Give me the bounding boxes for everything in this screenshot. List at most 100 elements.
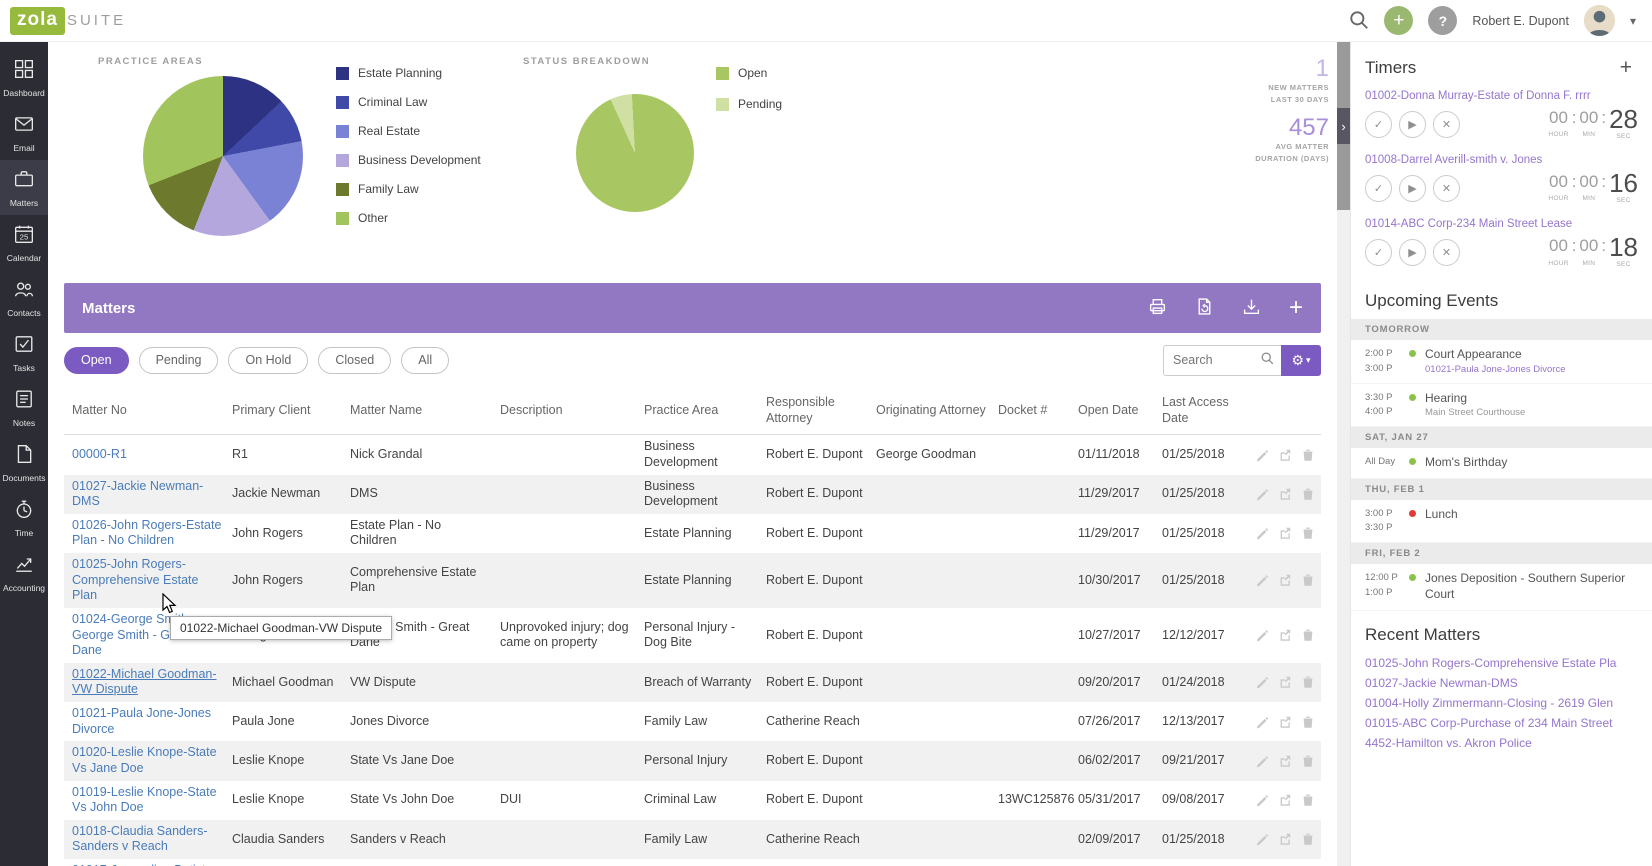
event-item[interactable]: 3:00 P 3:30 P Lunch [1351,500,1652,544]
table-row[interactable]: 01017-Jacqueline Batista-Estate Planning… [64,859,1321,866]
sidebar-item-notes[interactable]: Notes [0,380,48,435]
event-item[interactable]: 3:30 P 4:00 P Hearing Main Street Courtho… [1351,384,1652,428]
sidebar-item-dashboard[interactable]: Dashboard [0,50,48,105]
matter-no-link[interactable]: 01019-Leslie Knope-State Vs John Doe [72,785,217,815]
matter-no-link[interactable]: 01022-Michael Goodman-VW Dispute [72,667,217,697]
event-matter-link[interactable]: 01021-Paula Jone-Jones Divorce [1425,364,1565,375]
recent-matter-link[interactable]: 4452-Hamilton vs. Akron Police [1351,733,1652,753]
timer-matter-link[interactable]: 01008-Darrel Averill-smith v. Jones [1365,154,1638,166]
delete-matter-icon[interactable] [1301,793,1315,807]
matter-no-link[interactable]: 01021-Paula Jone-Jones Divorce [72,706,211,736]
edit-matter-icon[interactable] [1255,526,1269,540]
help-button[interactable]: ? [1428,6,1458,35]
timer-discard-button[interactable]: ✕ [1433,238,1460,266]
recent-matter-link[interactable]: 01004-Holly Zimmermann-Closing - 2619 Gl… [1351,693,1652,713]
table-row[interactable]: 01018-Claudia Sanders-Sanders v Reach Cl… [64,819,1321,859]
table-row[interactable]: 00000-R1 R1 Nick Grandal Business Develo… [64,435,1321,474]
delete-matter-icon[interactable] [1301,832,1315,846]
download-button[interactable] [1242,297,1261,319]
delete-matter-icon[interactable] [1301,675,1315,689]
sidebar-item-calendar[interactable]: 25 Calendar [0,215,48,270]
event-item[interactable]: All Day Mom's Birthday [1351,448,1652,479]
delete-matter-icon[interactable] [1301,487,1315,501]
filter-tab-open[interactable]: Open [64,346,129,374]
edit-matter-icon[interactable] [1255,487,1269,501]
timer-complete-button[interactable]: ✓ [1365,110,1392,138]
delete-matter-icon[interactable] [1301,715,1315,729]
add-timer-button[interactable]: + [1614,56,1638,79]
timer-complete-button[interactable]: ✓ [1365,238,1392,266]
edit-matter-icon[interactable] [1255,628,1269,642]
sidebar-item-time[interactable]: Time [0,490,48,545]
open-matter-icon[interactable] [1278,715,1292,729]
user-menu-caret-icon[interactable]: ▾ [1630,14,1636,28]
event-item[interactable]: 2:00 P 3:00 P Court Appearance 01021-Paul… [1351,340,1652,384]
sidebar-item-documents[interactable]: Documents [0,435,48,490]
print-button[interactable] [1148,297,1167,319]
matter-no-link[interactable]: 01026-John Rogers-Estate Plan - No Child… [72,518,221,548]
recent-matter-link[interactable]: 01015-ABC Corp-Purchase of 234 Main Stre… [1351,713,1652,733]
table-row[interactable]: 01020-Leslie Knope-State Vs Jane Doe Les… [64,741,1321,781]
open-matter-icon[interactable] [1278,448,1292,462]
open-matter-icon[interactable] [1278,628,1292,642]
matter-no-link[interactable]: 01020-Leslie Knope-State Vs Jane Doe [72,745,217,775]
filter-tab-all[interactable]: All [401,346,450,374]
sidebar-item-tasks[interactable]: Tasks [0,325,48,380]
edit-matter-icon[interactable] [1255,675,1269,689]
open-matter-icon[interactable] [1278,754,1292,768]
delete-matter-icon[interactable] [1301,754,1315,768]
export-report-button[interactable] [1195,297,1214,319]
open-matter-icon[interactable] [1278,793,1292,807]
timer-matter-link[interactable]: 01002-Donna Murray-Estate of Donna F. rr… [1365,90,1638,102]
filter-tab-pending[interactable]: Pending [138,346,219,374]
edit-matter-icon[interactable] [1255,573,1269,587]
table-row[interactable]: 01022-Michael Goodman-VW Dispute Michael… [64,662,1321,702]
open-matter-icon[interactable] [1278,573,1292,587]
recent-matter-link[interactable]: 01027-Jackie Newman-DMS [1351,673,1652,693]
table-row[interactable]: 01026-John Rogers-Estate Plan - No Child… [64,514,1321,553]
edit-matter-icon[interactable] [1255,448,1269,462]
timer-complete-button[interactable]: ✓ [1365,174,1392,202]
table-row[interactable]: 01027-Jackie Newman-DMS Jackie Newman DM… [64,474,1321,514]
sidebar-item-matters[interactable]: Matters [0,160,48,215]
timer-matter-link[interactable]: 01014-ABC Corp-234 Main Street Lease [1365,218,1638,230]
add-matter-button[interactable]: + [1289,296,1303,320]
matter-no-link[interactable]: 00000-R1 [72,447,127,461]
edit-matter-icon[interactable] [1255,715,1269,729]
recent-matter-link[interactable]: 01025-John Rogers-Comprehensive Estate P… [1351,653,1652,673]
table-row[interactable]: 01025-John Rogers-Comprehensive Estate P… [64,553,1321,608]
search-input[interactable] [1164,346,1260,374]
delete-matter-icon[interactable] [1301,573,1315,587]
delete-matter-icon[interactable] [1301,526,1315,540]
table-row[interactable]: 01021-Paula Jone-Jones Divorce Paula Jon… [64,702,1321,741]
timer-play-button[interactable]: ▶ [1399,174,1426,202]
timer-discard-button[interactable]: ✕ [1433,110,1460,138]
matter-no-link[interactable]: 01018-Claudia Sanders-Sanders v Reach [72,824,208,854]
app-logo[interactable]: zola SUITE [10,6,126,35]
open-matter-icon[interactable] [1278,526,1292,540]
table-settings-button[interactable]: ⚙ ▾ [1281,344,1321,376]
delete-matter-icon[interactable] [1301,628,1315,642]
edit-matter-icon[interactable] [1255,754,1269,768]
collapse-right-panel-button[interactable]: › [1337,108,1350,144]
sidebar-item-contacts[interactable]: Contacts [0,270,48,325]
delete-matter-icon[interactable] [1301,448,1315,462]
table-row[interactable]: 01019-Leslie Knope-State Vs John Doe Les… [64,781,1321,820]
open-matter-icon[interactable] [1278,832,1292,846]
edit-matter-icon[interactable] [1255,793,1269,807]
timer-play-button[interactable]: ▶ [1399,110,1426,138]
avatar[interactable] [1583,5,1615,36]
timer-discard-button[interactable]: ✕ [1433,174,1460,202]
sidebar-item-accounting[interactable]: Accounting [0,545,48,600]
matter-no-link[interactable]: 01027-Jackie Newman-DMS [72,479,203,509]
timer-play-button[interactable]: ▶ [1399,238,1426,266]
event-item[interactable]: 12:00 P 1:00 P Jones Deposition - Souther… [1351,564,1652,611]
edit-matter-icon[interactable] [1255,832,1269,846]
quick-add-button[interactable]: + [1384,6,1414,35]
filter-tab-on-hold[interactable]: On Hold [228,346,309,374]
open-matter-icon[interactable] [1278,487,1292,501]
open-matter-icon[interactable] [1278,675,1292,689]
sidebar-item-email[interactable]: Email [0,105,48,160]
global-search-button[interactable] [1348,9,1369,33]
filter-tab-closed[interactable]: Closed [318,346,392,374]
